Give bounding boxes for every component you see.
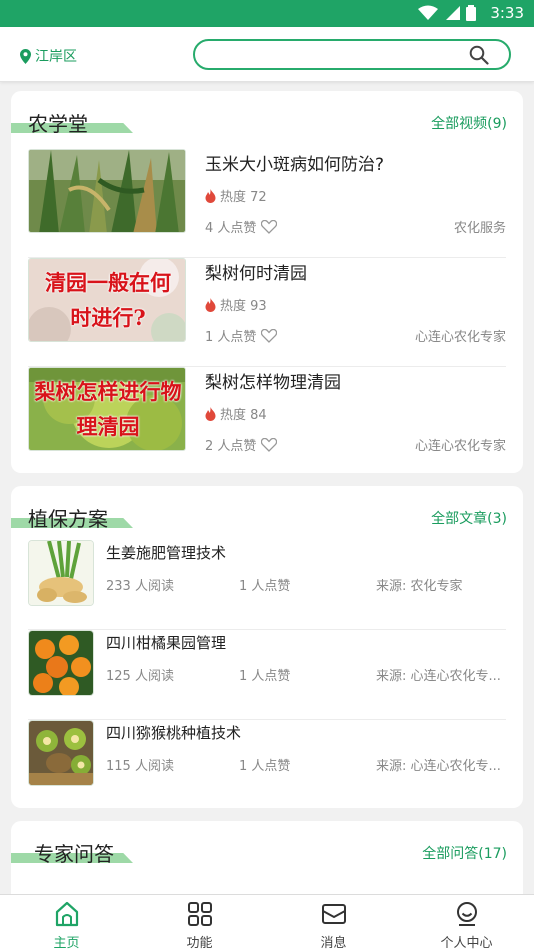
all-qa-link[interactable]: 全部问答(17) [422,843,507,863]
search-icon[interactable] [469,45,489,65]
section-title: 农学堂 [11,91,211,136]
article-source: 来源: 农化专家 [376,579,463,594]
section-title-text: 农学堂 [28,112,88,136]
heat-value: 热度 72 [220,190,267,205]
thumbnail-caption: 清园一般在何时进行? [45,270,171,330]
heat-value: 热度 93 [220,299,267,314]
video-thumbnail [28,149,186,233]
article-source: 来源: 心连心农化专... [376,759,501,774]
article-likes: 1 人点赞 [239,669,291,684]
agri-school-card: 农学堂 全部视频(9) 玉米大小斑病如何防治? 热度 72 4 人点赞 农化服务… [11,91,523,473]
flame-icon [205,406,216,421]
video-likes: 4 人点赞 [205,217,278,236]
video-title: 梨树怎样物理清园 [205,373,341,393]
article-item[interactable]: 四川柑橘果园管理 125 人阅读 1 人点赞 来源: 心连心农化专... [28,630,506,720]
video-title: 梨树何时清园 [205,264,307,284]
article-thumbnail [28,540,94,606]
location-pin-icon [20,48,31,64]
tab-profile[interactable]: 个人中心 [400,895,533,949]
video-item[interactable]: 玉米大小斑病如何防治? 热度 72 4 人点赞 农化服务 [28,149,506,258]
flame-icon [205,297,216,312]
section-title: 植保方案 [11,486,211,531]
video-likes: 1 人点赞 [205,326,278,345]
video-source: 心连心农化专家 [414,330,506,345]
article-likes: 1 人点赞 [239,579,291,594]
article-item[interactable]: 四川猕猴桃种植技术 115 人阅读 1 人点赞 来源: 心连心农化专... [28,720,506,808]
plant-protection-card: 植保方案 全部文章(3) 生姜施肥管理技术 233 人阅读 1 人点赞 来源: … [11,486,523,808]
article-thumbnail [28,630,94,696]
heart-icon[interactable] [261,437,278,452]
section-title: 专家问答 [11,821,211,866]
tab-home[interactable]: 主页 [0,895,133,949]
likes-count: 1 人点赞 [205,330,257,345]
video-likes: 2 人点赞 [205,435,278,454]
all-articles-link[interactable]: 全部文章(3) [431,508,507,528]
heart-icon[interactable] [261,328,278,343]
article-reads: 233 人阅读 [106,579,174,594]
heat-value: 热度 84 [220,408,267,423]
video-heat: 热度 72 [205,186,267,205]
video-thumbnail: 梨树怎样进行物理清园 [28,367,186,451]
article-source: 来源: 心连心农化专... [376,669,501,684]
video-heat: 热度 93 [205,295,267,314]
video-source: 心连心农化专家 [414,439,506,454]
grid-icon [187,902,212,926]
article-title: 四川猕猴桃种植技术 [106,724,242,742]
video-heat: 热度 84 [205,404,267,423]
thumbnail-caption: 梨树怎样进行物理清园 [34,379,182,439]
video-source: 农化服务 [453,221,506,236]
bottom-tab-bar: 主页 功能 消息 个人中心 [0,894,534,949]
heart-icon[interactable] [261,219,278,234]
tab-label: 消息 [320,936,347,949]
article-likes: 1 人点赞 [239,759,291,774]
article-title: 生姜施肥管理技术 [106,544,227,562]
top-bar: 江岸区 [0,27,534,82]
location-label: 江岸区 [35,49,77,65]
tab-label: 个人中心 [440,936,493,949]
likes-count: 2 人点赞 [205,439,257,454]
signal-icon [446,6,460,20]
section-title-text: 植保方案 [28,507,108,531]
article-reads: 125 人阅读 [106,669,174,684]
video-thumbnail: 清园一般在何时进行? [28,258,186,342]
article-thumbnail [28,720,94,786]
tab-label: 主页 [53,936,80,949]
home-icon [55,901,78,927]
video-item[interactable]: 清园一般在何时进行? 梨树何时清园 热度 93 1 人点赞 心连心农化专家 [28,258,506,367]
message-icon [321,904,346,924]
article-title: 四川柑橘果园管理 [106,634,227,652]
status-time: 3:33 [490,4,524,22]
tab-functions[interactable]: 功能 [133,895,266,949]
search-input[interactable] [193,39,511,70]
wifi-icon [418,5,438,20]
battery-icon [466,5,476,21]
article-item[interactable]: 生姜施肥管理技术 233 人阅读 1 人点赞 来源: 农化专家 [28,540,506,630]
status-icons [418,5,476,21]
flame-icon [205,188,216,203]
tab-label: 功能 [186,936,213,949]
location-selector[interactable]: 江岸区 [20,46,77,66]
status-bar: 3:33 [0,0,534,27]
video-title: 玉米大小斑病如何防治? [205,155,385,175]
likes-count: 4 人点赞 [205,221,257,236]
tab-messages[interactable]: 消息 [267,895,400,949]
video-item[interactable]: 梨树怎样进行物理清园 梨树怎样物理清园 热度 84 2 人点赞 心连心农化专家 [28,367,506,473]
article-reads: 115 人阅读 [106,759,174,774]
section-title-text: 专家问答 [34,842,114,866]
all-videos-link[interactable]: 全部视频(9) [431,113,507,133]
profile-icon [456,902,477,926]
